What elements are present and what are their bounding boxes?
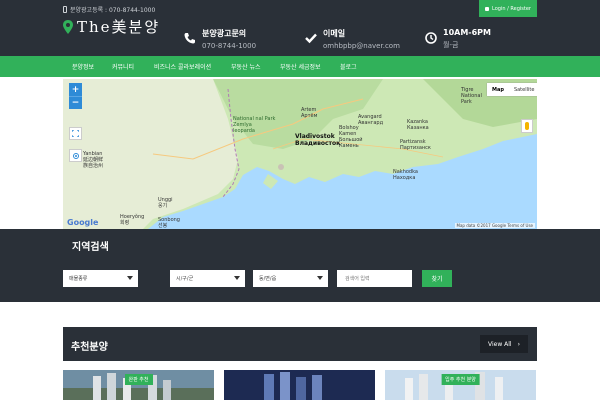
search-input[interactable] [337, 270, 412, 287]
label-tigre-park: Tigre National Park [461, 87, 482, 105]
check-icon [305, 33, 317, 44]
login-label: Login / Register [492, 5, 531, 12]
map-pin-icon [63, 19, 73, 34]
select-dong[interactable]: 동/면/읍 [253, 270, 328, 287]
property-card[interactable]: 완판 추천 [63, 370, 214, 400]
zoom-in-button[interactable]: + [69, 83, 82, 96]
chevron-right-icon: › [517, 340, 520, 348]
login-register-button[interactable]: Login / Register [479, 0, 537, 17]
map-attribution[interactable]: Map data ©2017 Google Terms of Use [454, 223, 535, 228]
region-search-title: 지역검색 [72, 242, 109, 253]
select-city[interactable]: 시/구/군 [170, 270, 245, 287]
chevron-down-icon [317, 276, 323, 280]
zoom-out-button[interactable]: − [69, 96, 82, 109]
label-avangard: Avangard Авангард [358, 114, 384, 126]
contact-phone: 분양광고문의 070-8744-1000 [184, 28, 256, 50]
label-yanbian: Yanbian 延边朝鲜 族自治州 [83, 151, 104, 169]
nav-item-realestate-news[interactable]: 부동산 뉴스 [231, 62, 261, 71]
label-artem: Artem Артём [301, 107, 318, 119]
clock-icon [425, 32, 437, 44]
label-vladivostok: Vladivostok Владивосток [295, 133, 341, 148]
site-logo[interactable]: The美분양 [63, 16, 160, 37]
label-sonbong: Sonbong 선봉 [158, 217, 180, 229]
contact-hours-value: 월-금 [443, 41, 459, 49]
nav-item-blog[interactable]: 블로그 [340, 62, 357, 71]
contact-email-value: omhbpbp@naver.com [323, 42, 400, 50]
google-map[interactable]: + − Map Satellite Vladivostok Владивосто… [63, 79, 537, 229]
select-dong-value: 동/면/읍 [259, 276, 277, 282]
label-hoeryong: Hoeryŏng 회령 [120, 214, 145, 226]
map-type-map[interactable]: Map [487, 83, 509, 96]
main-nav: 분양정보 커뮤니티 비즈니스 콜라보레이션 부동산 뉴스 부동산 세금정보 블로… [0, 56, 600, 77]
nav-item-community[interactable]: 커뮤니티 [112, 62, 134, 71]
fullscreen-icon [72, 130, 79, 137]
recommended-title: 추천분양 [71, 342, 108, 353]
nav-item-tax-info[interactable]: 부동산 세금정보 [280, 62, 321, 71]
zoom-controls: + − [69, 83, 82, 109]
pegman-icon [525, 122, 529, 130]
search-button[interactable]: 찾기 [422, 270, 452, 287]
fullscreen-button[interactable] [69, 127, 82, 140]
contact-hours-title: 10AM-6PM [443, 28, 491, 37]
phone-icon [184, 33, 195, 44]
nav-item-sale-info[interactable]: 분양정보 [72, 62, 94, 71]
map-type-satellite[interactable]: Satellite [509, 83, 537, 96]
my-location-button[interactable] [69, 149, 82, 162]
contact-hours: 10AM-6PM 월-금 [425, 28, 491, 50]
google-logo: Google [67, 218, 99, 227]
label-bolshoy-kamen: Bolshoy Kamen Большой Камень [339, 125, 363, 149]
street-view-pegman[interactable] [521, 119, 533, 133]
phone-small-icon [63, 6, 67, 13]
logo-text: The美분양 [77, 18, 161, 36]
contact-email-title: 이메일 [323, 29, 346, 38]
contact-phone-title: 분양광고문의 [202, 29, 247, 38]
nav-item-business-collab[interactable]: 비즈니스 콜라보레이션 [154, 62, 211, 71]
property-badge: 완판 추천 [124, 374, 153, 385]
label-unggi: Unggi 웅기 [158, 197, 173, 209]
select-property-type[interactable]: 매물종류 [63, 270, 138, 287]
map-type-control: Map Satellite [487, 83, 537, 96]
label-partizansk: Partizansk Партизанск [400, 139, 431, 151]
view-all-label: View All [488, 340, 512, 348]
site-header: 분양광고등록 : 070-8744-1000 Login / Register … [0, 0, 600, 56]
property-image [224, 370, 375, 400]
contact-phone-value: 070-8744-1000 [202, 42, 257, 50]
lock-icon [485, 6, 490, 11]
contact-email: 이메일 omhbpbp@naver.com [305, 28, 400, 50]
recommended-header: 추천분양 View All › [63, 327, 537, 361]
view-all-button[interactable]: View All › [480, 335, 528, 353]
property-card[interactable]: 입주 추천 분양 [385, 370, 536, 400]
topline-text: 분양광고등록 : 070-8744-1000 [70, 7, 156, 14]
label-kazanka: Kazanka Казанка [407, 119, 429, 131]
label-leopard-park: National nal Park Zemlya leoparda [233, 116, 276, 134]
property-badge: 입주 추천 분양 [441, 374, 480, 385]
chevron-down-icon [127, 276, 133, 280]
region-search-section: 지역검색 매물종류 시/구/군 동/면/읍 찾기 [0, 229, 600, 302]
topline: 분양광고등록 : 070-8744-1000 [63, 5, 155, 14]
label-nakhodka: Nakhodka Находка [393, 169, 418, 181]
select-city-value: 시/구/군 [176, 276, 194, 282]
crosshair-icon [72, 152, 79, 159]
select-property-type-value: 매물종류 [69, 276, 88, 282]
chevron-down-icon [234, 276, 240, 280]
property-card[interactable] [224, 370, 375, 400]
